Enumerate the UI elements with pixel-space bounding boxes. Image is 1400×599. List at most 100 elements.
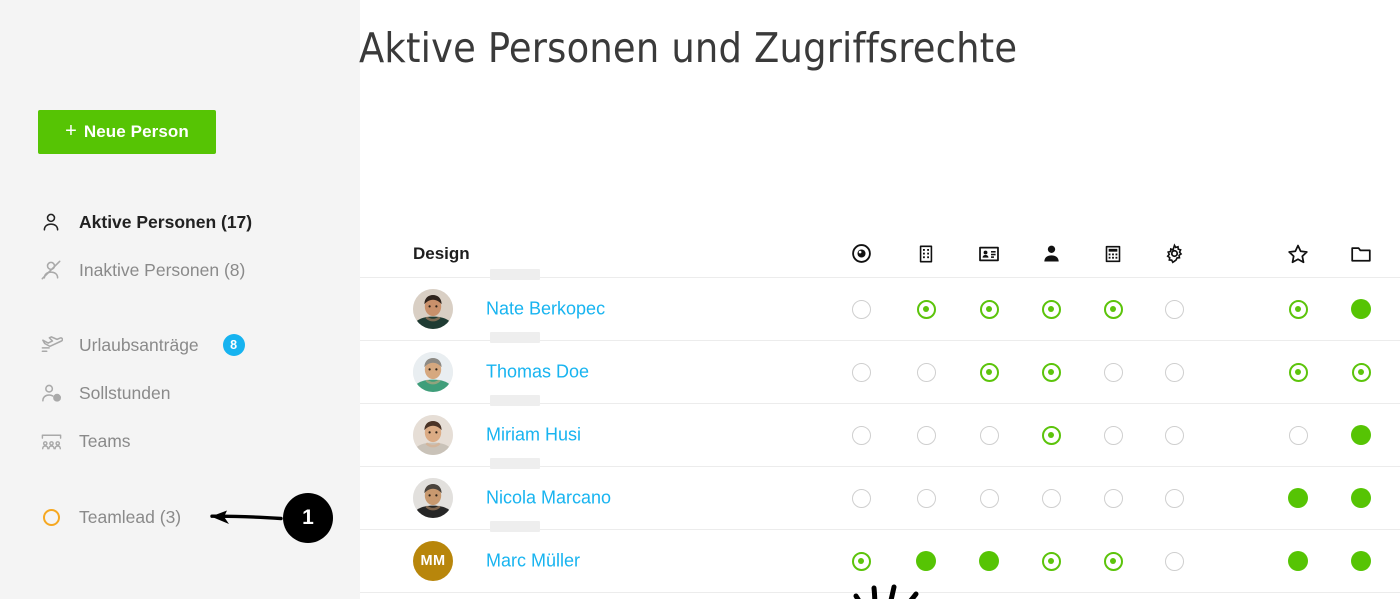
permission-indicator-full [1351,425,1371,445]
permission-cell-calculator[interactable] [1101,297,1125,321]
avatar[interactable] [413,352,453,392]
permission-cell-person[interactable] [1039,486,1063,510]
permission-cell-star[interactable] [1286,423,1310,447]
permission-cell-person[interactable] [1039,297,1063,321]
permission-cell-calculator[interactable] [1101,360,1125,384]
permission-cell-id-card[interactable] [977,486,1001,510]
permission-indicator-empty [851,299,871,319]
permission-cell-target[interactable] [849,360,873,384]
id-card-icon[interactable] [977,242,1001,266]
person-name-link[interactable]: Marc Müller [486,551,580,572]
permission-indicator-full [1351,551,1371,571]
permission-cell-calculator[interactable] [1101,549,1125,573]
permission-cell-folder[interactable] [1349,360,1373,384]
permission-indicator-empty [916,488,936,508]
permission-indicator-empty [1041,488,1061,508]
table-row[interactable]: MM Marc Müller [360,521,1400,593]
person-icon[interactable] [1039,242,1063,266]
permission-cell-target[interactable] [849,423,873,447]
permission-cell-calculator[interactable] [1101,423,1125,447]
sidebar-item-sollstunden[interactable]: Sollstunden [38,379,170,407]
new-person-button[interactable]: + Neue Person [38,110,216,154]
permission-indicator-empty [1164,299,1184,319]
permission-cell-id-card[interactable] [977,549,1001,573]
permission-cell-id-card[interactable] [977,297,1001,321]
person-name-link[interactable]: Nicola Marcano [486,488,611,509]
permission-cell-id-card[interactable] [977,360,1001,384]
new-person-button-label: Neue Person [83,122,189,141]
permission-indicator-dot [1041,299,1061,319]
permission-cell-person[interactable] [1039,360,1063,384]
sidebar-item-inaktive-personen[interactable]: Inaktive Personen (8) [38,256,245,284]
permission-indicator-full [1288,551,1308,571]
permission-cell-target[interactable] [849,549,873,573]
person-name-link[interactable]: Nate Berkopec [486,299,605,320]
permission-cell-calculator[interactable] [1101,486,1125,510]
sidebar-item-teams[interactable]: Teams [38,427,131,455]
permission-cell-building[interactable] [914,297,938,321]
permissions-table: Design Nate Berkopec Thomas Doe Miriam H… [360,98,1400,593]
annotation-step-number: 1 [302,506,314,529]
permission-cell-building[interactable] [914,360,938,384]
annotation-step-badge: 1 [283,493,333,543]
row-placeholder-bar [490,395,540,406]
permission-cell-star[interactable] [1286,360,1310,384]
permission-indicator-dot [851,551,871,571]
building-icon[interactable] [914,242,938,266]
permission-cell-gear[interactable] [1162,297,1186,321]
group-label: Design [413,243,470,263]
permission-indicator-empty [851,362,871,382]
person-name-link[interactable]: Miriam Husi [486,425,581,446]
sidebar-item-teamlead[interactable]: Teamlead (3) [38,503,181,531]
folder-icon[interactable] [1349,242,1373,266]
permission-cell-id-card[interactable] [977,423,1001,447]
permission-indicator-dot [1041,425,1061,445]
permission-indicator-empty [1164,488,1184,508]
sidebar-item-label: Teamlead (3) [79,506,182,527]
permission-cell-folder[interactable] [1349,297,1373,321]
permission-indicator-empty [1103,362,1123,382]
permission-indicator-dot [1041,362,1061,382]
row-placeholder-bar [490,521,540,532]
permission-indicator-empty [1103,425,1123,445]
star-icon[interactable] [1286,242,1310,266]
sidebar-item-urlaubsantraege[interactable]: Urlaubsanträge 8 [38,331,245,359]
avatar[interactable] [413,478,453,518]
permission-cell-star[interactable] [1286,549,1310,573]
app-root: + Neue Person Aktive Personen (17) Inakt… [0,0,1400,599]
permission-cell-gear[interactable] [1162,423,1186,447]
permission-cell-star[interactable] [1286,486,1310,510]
calculator-icon[interactable] [1101,242,1125,266]
permission-cell-target[interactable] [849,486,873,510]
permission-indicator-empty [1288,425,1308,445]
permission-cell-gear[interactable] [1162,486,1186,510]
permission-cell-star[interactable] [1286,297,1310,321]
permission-indicator-empty [1164,551,1184,571]
permission-cell-folder[interactable] [1349,423,1373,447]
permission-cell-person[interactable] [1039,423,1063,447]
sidebar-item-aktive-personen[interactable]: Aktive Personen (17) [38,208,252,236]
avatar[interactable]: MM [413,541,453,581]
avatar[interactable] [413,415,453,455]
permission-cell-person[interactable] [1039,549,1063,573]
person-name-link[interactable]: Thomas Doe [486,362,589,383]
permission-indicator-dot [916,299,936,319]
permission-cell-building[interactable] [914,549,938,573]
permission-cell-folder[interactable] [1349,486,1373,510]
permission-cell-target[interactable] [849,297,873,321]
target-icon[interactable] [849,242,873,266]
permission-indicator-full [1351,299,1371,319]
avatar[interactable] [413,289,453,329]
gear-icon[interactable] [1162,242,1186,266]
permission-cell-gear[interactable] [1162,549,1186,573]
permission-cell-gear[interactable] [1162,360,1186,384]
plus-icon: + [65,120,77,142]
permission-cell-building[interactable] [914,486,938,510]
page-title: Aktive Personen und Zugriffsrechte [359,24,1018,72]
permission-cell-folder[interactable] [1349,549,1373,573]
row-placeholder-bar [490,269,540,280]
permission-indicator-empty [916,425,936,445]
permission-indicator-dot [1288,362,1308,382]
permission-cell-building[interactable] [914,423,938,447]
permission-indicator-full [1288,488,1308,508]
